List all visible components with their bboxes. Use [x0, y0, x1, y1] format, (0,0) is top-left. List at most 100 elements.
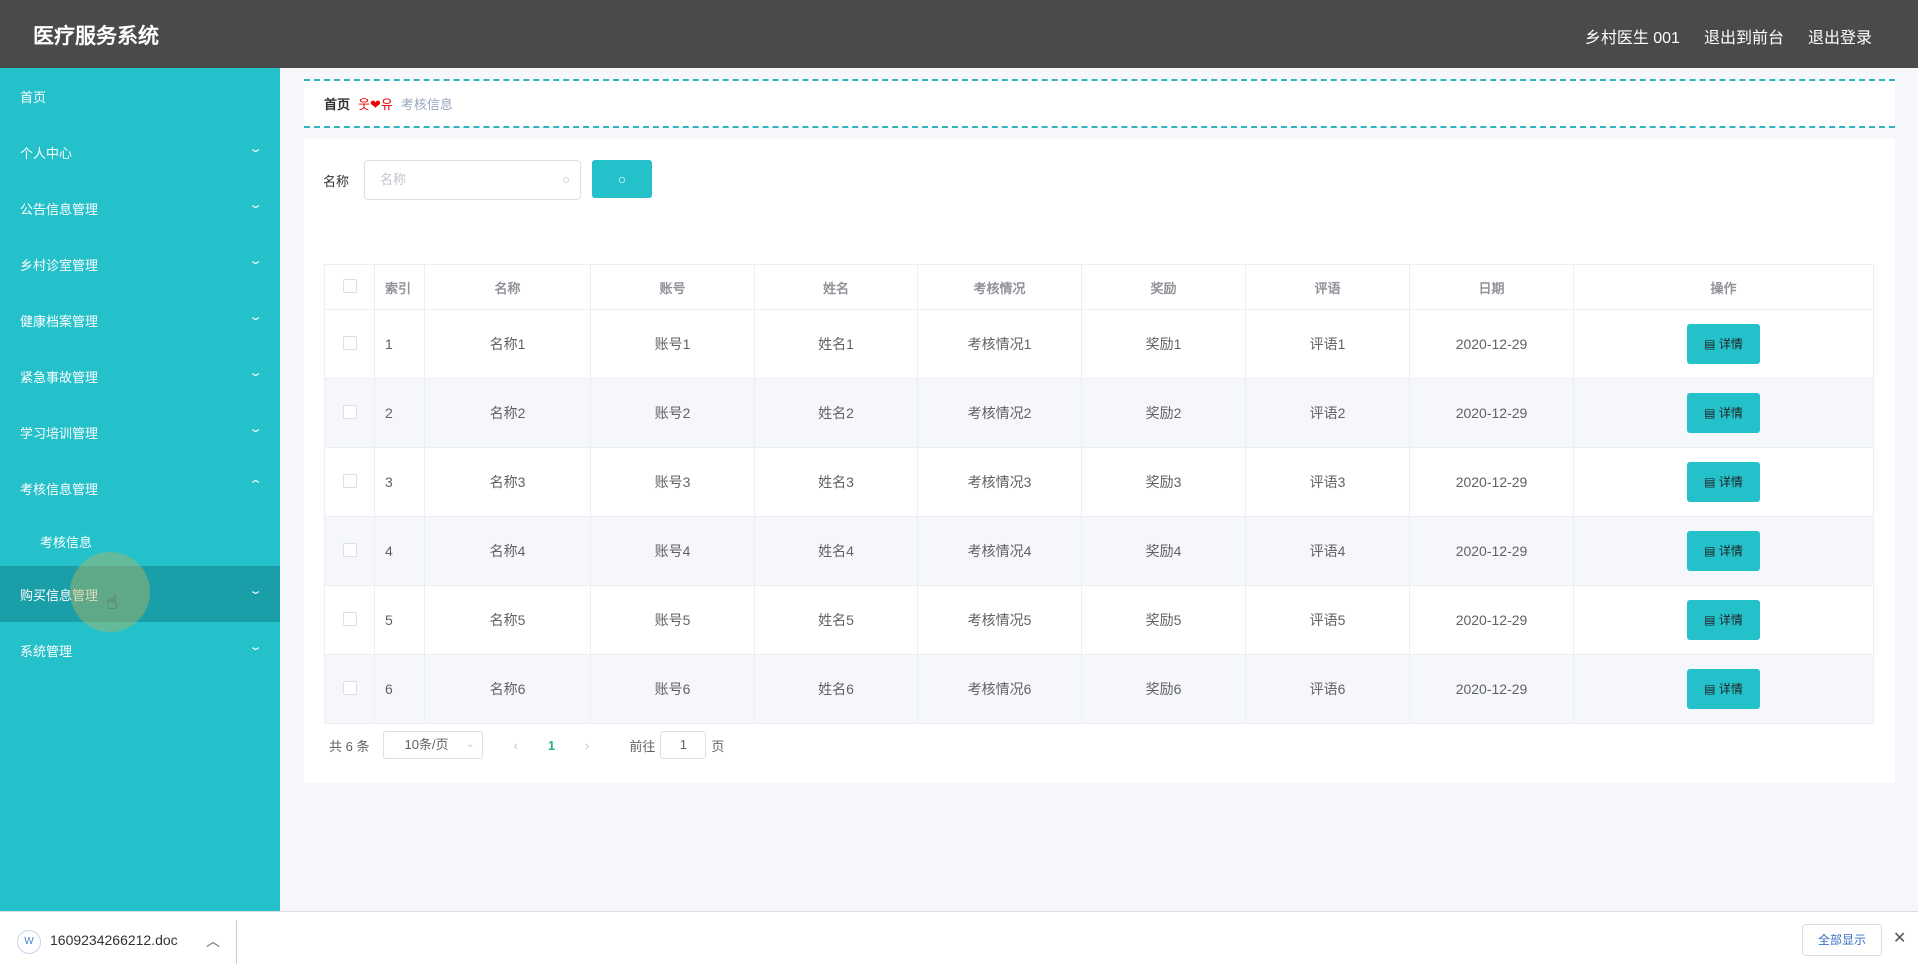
sidebar-item-label: 首页 [20, 89, 47, 105]
sidebar-item-label: 紧急事故管理 [20, 369, 99, 385]
to-front-link[interactable]: 退出到前台 [1704, 24, 1784, 48]
table-cell: 奖励1 [1081, 309, 1246, 379]
table-cell: 4 [374, 516, 425, 586]
content-card: 名称 名称 ○ ○ 索引 名称 账号 姓名 考核情况 奖励 评语 日期 操作 1 名称1 账号1 姓名… [304, 139, 1895, 783]
table-cell: 2020-12-29 [1409, 585, 1574, 655]
sidebar-item[interactable]: 考核信息管理 ⌃ [0, 460, 280, 516]
table-cell: 2 [374, 378, 425, 448]
table-cell: 考核情况3 [917, 447, 1082, 517]
table-cell: 考核情况4 [917, 516, 1082, 586]
table-cell: 2020-12-29 [1409, 516, 1574, 586]
sidebar-item[interactable]: 个人中心 ⌄ [0, 124, 280, 180]
goto-page-input[interactable]: 1 [660, 731, 707, 759]
table-cell: 5 [374, 585, 425, 655]
table-cell: 账号2 [590, 378, 755, 448]
table-cell: 评语4 [1245, 516, 1410, 586]
document-icon: ▤ [1704, 613, 1719, 627]
table-cell: 3 [374, 447, 425, 517]
table-cell: 姓名4 [754, 516, 918, 586]
table-cell: 评语1 [1245, 309, 1410, 379]
page-size-select[interactable]: 10条/页 ⌄ [383, 731, 484, 759]
sidebar-item[interactable]: 考核信息 [0, 516, 280, 566]
table-cell: 考核情况2 [917, 378, 1082, 448]
sidebar-item[interactable]: 健康档案管理 ⌄ [0, 292, 280, 348]
sidebar-item[interactable]: 乡村诊室管理 ⌄ [0, 236, 280, 292]
table-cell: 账号4 [590, 516, 755, 586]
table-cell: 姓名3 [754, 447, 918, 517]
detail-button[interactable]: ▤ 详情 [1687, 324, 1760, 364]
table-cell: 考核情况1 [917, 309, 1082, 379]
column-header: 奖励 [1081, 264, 1246, 310]
row-checkbox[interactable] [324, 378, 375, 448]
detail-button[interactable]: ▤ 详情 [1687, 462, 1760, 502]
total-count: 共 6 条 [329, 738, 370, 754]
sidebar-item[interactable]: 学习培训管理 ⌄ [0, 404, 280, 460]
chevron-up-icon: ⌃ [248, 479, 263, 491]
action-cell: ▤ 详情 [1573, 378, 1874, 448]
detail-button[interactable]: ▤ 详情 [1687, 669, 1760, 709]
detail-button[interactable]: ▤ 详情 [1687, 531, 1760, 571]
table-cell: 评语5 [1245, 585, 1410, 655]
row-checkbox[interactable] [324, 516, 375, 586]
search-button[interactable]: ○ [592, 160, 652, 198]
chevron-up-icon[interactable]: ︿ [206, 931, 220, 951]
chevron-down-icon: ⌄ [248, 255, 263, 267]
row-checkbox[interactable] [324, 447, 375, 517]
column-header: 操作 [1573, 264, 1874, 310]
table-row: 5 名称5 账号5 姓名5 考核情况5 奖励5 评语5 2020-12-29 ▤ 详情 [324, 585, 1874, 655]
table-cell: 姓名5 [754, 585, 918, 655]
table-cell: 奖励2 [1081, 378, 1246, 448]
download-file-name[interactable]: 1609234266212.doc [50, 932, 178, 948]
breadcrumb: 首页 웃❤유 考核信息 [304, 79, 1895, 128]
chevron-down-icon: ⌄ [248, 143, 263, 155]
user-name[interactable]: 乡村医生 001 [1585, 24, 1680, 48]
divider [236, 920, 237, 964]
column-header: 考核情况 [917, 264, 1082, 310]
logout-link[interactable]: 退出登录 [1808, 24, 1872, 48]
sidebar: 首页 个人中心 ⌄ 公告信息管理 ⌄ 乡村诊室管理 ⌄ 健康档案管理 ⌄ 紧急事故管理 ⌄ 学习培训管… [0, 68, 280, 911]
table-cell: 考核情况6 [917, 654, 1082, 724]
show-all-button[interactable]: 全部显示 [1802, 924, 1882, 956]
chevron-down-icon: ⌄ [248, 423, 263, 435]
table-cell: 名称4 [424, 516, 591, 586]
row-checkbox[interactable] [324, 585, 375, 655]
table-cell: 评语2 [1245, 378, 1410, 448]
sidebar-item[interactable]: 紧急事故管理 ⌄ [0, 348, 280, 404]
close-icon[interactable]: ✕ [1893, 928, 1906, 948]
sidebar-item[interactable]: 公告信息管理 ⌄ [0, 180, 280, 236]
sidebar-item-label: 学习培训管理 [20, 425, 99, 441]
table-cell: 姓名6 [754, 654, 918, 724]
search-label: 名称 [323, 174, 350, 189]
prev-page-button[interactable]: ‹ [513, 738, 517, 753]
column-header: 日期 [1409, 264, 1574, 310]
page-suffix: 页 [711, 738, 725, 754]
document-icon: ▤ [1704, 337, 1719, 351]
detail-button[interactable]: ▤ 详情 [1687, 600, 1760, 640]
sidebar-item-label: 公告信息管理 [20, 201, 99, 217]
document-icon: ▤ [1704, 475, 1719, 489]
chevron-down-icon: ⌄ [248, 311, 263, 323]
next-page-button[interactable]: › [585, 738, 589, 753]
page-number[interactable]: 1 [548, 738, 555, 753]
table-cell: 奖励3 [1081, 447, 1246, 517]
action-cell: ▤ 详情 [1573, 309, 1874, 379]
search-icon: ○ [617, 171, 627, 187]
row-checkbox[interactable] [324, 309, 375, 379]
breadcrumb-current: 考核信息 [400, 97, 453, 112]
detail-button[interactable]: ▤ 详情 [1687, 393, 1760, 433]
table-cell: 2020-12-29 [1409, 654, 1574, 724]
row-checkbox[interactable] [324, 654, 375, 724]
chevron-down-icon: ⌄ [248, 585, 263, 597]
search-input[interactable]: 名称 ○ [364, 160, 581, 200]
action-cell: ▤ 详情 [1573, 585, 1874, 655]
search-placeholder: 名称 [380, 172, 407, 187]
sidebar-item[interactable]: 首页 [0, 68, 280, 124]
table-row: 2 名称2 账号2 姓名2 考核情况2 奖励2 评语2 2020-12-29 ▤ 详情 [324, 378, 1874, 448]
sidebar-item[interactable]: 系统管理 ⌄ [0, 622, 280, 678]
table-cell: 名称6 [424, 654, 591, 724]
select-all-checkbox[interactable] [324, 264, 375, 310]
download-bar: W 1609234266212.doc ︿ 全部显示 ✕ [0, 911, 1918, 968]
column-header: 索引 [374, 264, 425, 310]
document-icon: ▤ [1704, 406, 1719, 420]
breadcrumb-home[interactable]: 首页 [324, 94, 350, 113]
